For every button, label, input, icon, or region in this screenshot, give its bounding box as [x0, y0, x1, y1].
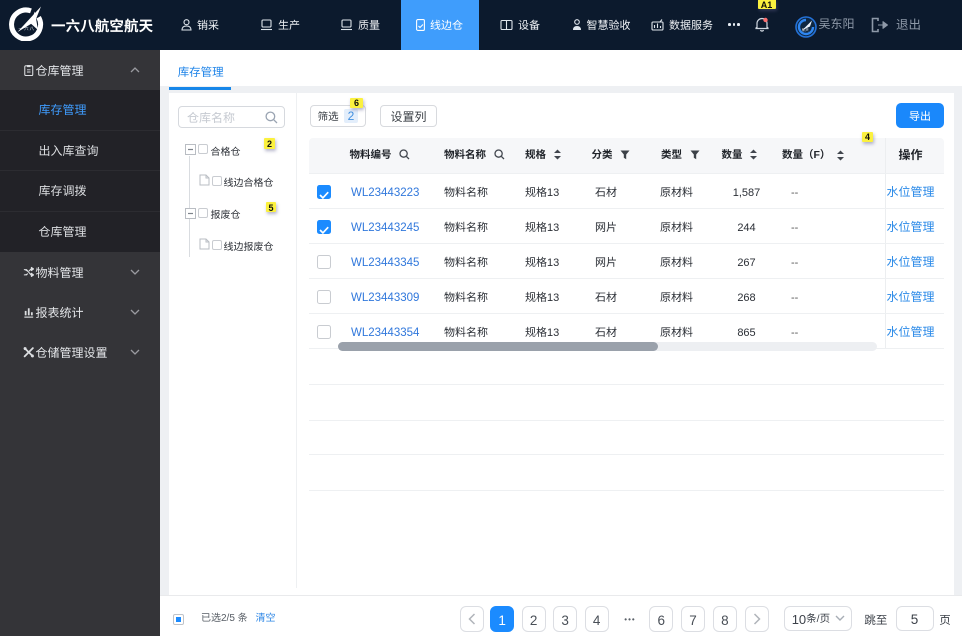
svg-text:航天: 航天 [802, 27, 809, 32]
svg-text:一六八: 一六八 [19, 26, 36, 32]
